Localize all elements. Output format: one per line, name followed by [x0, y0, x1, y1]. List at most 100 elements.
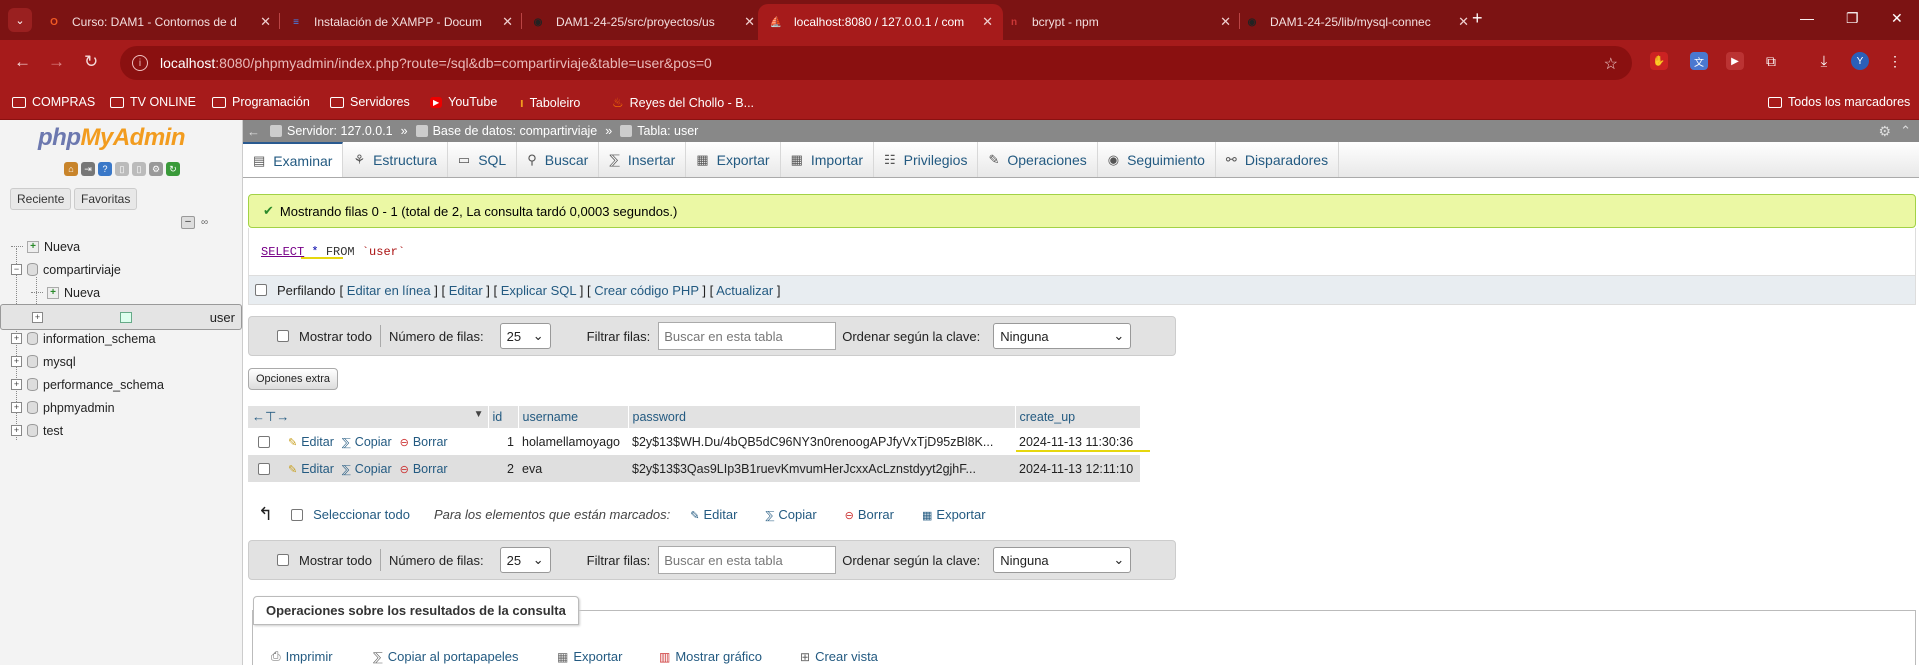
close-tab-icon[interactable]: ✕ [1220, 14, 1231, 30]
row-copy-button[interactable]: ⅀ Copiar [342, 462, 392, 476]
close-window-icon[interactable]: ✕ [1891, 10, 1903, 27]
bookmark-item[interactable]: ı Taboleiro [520, 95, 580, 110]
tab-buscar[interactable]: ⚲ Buscar [517, 142, 600, 177]
media-extension-icon[interactable]: ▶ [1726, 52, 1744, 70]
cell-username[interactable]: eva [518, 455, 628, 482]
tree-database-item[interactable]: + information_schema [0, 327, 242, 350]
refresh-icon[interactable]: ↻ [166, 162, 180, 176]
row-delete-button[interactable]: ⊖ Borrar [400, 462, 448, 476]
bookmark-item[interactable]: ▶ YouTube [430, 95, 497, 109]
restore-icon[interactable]: ❐ [1846, 10, 1859, 27]
expand-icon[interactable]: + [32, 311, 43, 323]
tree-database-item[interactable]: − compartirviaje [0, 258, 242, 281]
profiling-link[interactable]: Editar en línea [347, 283, 431, 298]
rows-count-select[interactable]: 25 ⌄ [499, 547, 551, 573]
tab-operaciones[interactable]: ✎ Operaciones [978, 142, 1098, 177]
collapse-nav-arrow-icon[interactable]: ← [247, 124, 260, 139]
logout-icon[interactable]: ⇥ [81, 162, 95, 176]
tree-new-item[interactable]: + Nueva [0, 235, 242, 258]
breadcrumb-server[interactable]: Servidor: 127.0.0.1 [270, 124, 393, 138]
row-delete-button[interactable]: ⊖ Borrar [400, 435, 448, 449]
tab-examinar[interactable]: ▤ Examinar [243, 142, 344, 177]
tab-insertar[interactable]: ⅀ Insertar [599, 142, 687, 177]
filter-rows-input[interactable]: Buscar en esta tabla [658, 546, 837, 574]
site-info-icon[interactable]: i [132, 55, 148, 71]
row-edit-button[interactable]: ✎ Editar [288, 435, 334, 449]
column-header-id[interactable]: id [488, 406, 519, 428]
column-arrows-icon[interactable]: ←⊤→ [252, 409, 289, 424]
settings-gear-icon[interactable]: ⚙ [149, 162, 163, 176]
select-all-checkbox[interactable] [291, 508, 304, 521]
select-all-label[interactable]: Seleccionar todo [313, 507, 410, 522]
close-tab-icon[interactable]: ✕ [1458, 14, 1469, 30]
tab-privilegios[interactable]: ☷ Privilegios [874, 142, 979, 177]
row-edit-button[interactable]: ✎ Editar [288, 462, 334, 476]
cell-id[interactable]: 2 [488, 455, 518, 482]
export-link[interactable]: ▦ Exportar [557, 649, 622, 664]
page-settings-gear-icon[interactable]: ⚙ [1878, 123, 1891, 140]
bulk-copy-button[interactable]: ⅀ Copiar [765, 507, 816, 522]
expand-icon[interactable]: + [11, 425, 22, 436]
cell-password[interactable]: $2y$13$3Qas9LIp3B1ruevKmvumHerJcxxAcLzns… [628, 455, 1015, 482]
cell-id[interactable]: 1 [488, 428, 518, 455]
collapse-icon[interactable]: − [11, 264, 22, 275]
bookmark-item[interactable]: COMPRAS [12, 95, 95, 109]
row-checkbox[interactable] [258, 463, 270, 476]
bookmark-item[interactable]: Programación [212, 95, 310, 109]
browser-tab[interactable]: ◉ DAM1-24-25/lib/mysql-connec ✕ [1234, 4, 1479, 40]
close-tab-icon[interactable]: ✕ [982, 14, 993, 30]
browser-menu-icon[interactable]: ⋮ [1886, 52, 1904, 70]
bookmark-item[interactable]: ♨ Reyes del Chollo - B... [612, 95, 754, 111]
sort-by-key-select[interactable]: Ninguna ⌄ [993, 323, 1132, 349]
tab-search-icon[interactable]: ⌄ [8, 8, 32, 32]
browser-tab[interactable]: n bcrypt - npm ✕ [996, 4, 1241, 40]
tab-exportar[interactable]: ▦ Exportar [686, 142, 781, 177]
close-tab-icon[interactable]: ✕ [744, 14, 755, 30]
tree-database-item[interactable]: + mysql [0, 350, 242, 373]
print-link[interactable]: ⎙ Imprimir [271, 649, 333, 664]
link-with-main-panel-icon[interactable]: ∞ [201, 217, 217, 228]
tab-sql[interactable]: ▭ SQL [448, 142, 518, 177]
breadcrumb-table[interactable]: Tabla: user [620, 124, 698, 138]
column-header-create-up[interactable]: create_up [1015, 406, 1141, 428]
docs-icon[interactable]: ▯ [115, 162, 129, 176]
tree-new-item[interactable]: + Nueva [0, 281, 242, 304]
tree-database-item[interactable]: + performance_schema [0, 373, 242, 396]
profile-avatar[interactable]: Y [1851, 52, 1869, 70]
scroll-top-icon[interactable]: ⌃ [1900, 123, 1911, 139]
minimize-icon[interactable]: — [1800, 10, 1814, 26]
tab-favorites[interactable]: Favoritas [74, 188, 138, 210]
extra-options-button[interactable]: Opciones extra [248, 368, 338, 390]
forward-icon[interactable]: → [48, 52, 65, 72]
tree-database-item[interactable]: + test [0, 419, 242, 442]
tab-recent[interactable]: Reciente [10, 188, 72, 210]
rows-count-select[interactable]: 25 ⌄ [499, 323, 551, 349]
bulk-delete-button[interactable]: ⊖ Borrar [845, 507, 894, 522]
profiling-link[interactable]: Crear código PHP [594, 283, 699, 298]
home-icon[interactable]: ⌂ [64, 162, 78, 176]
profiling-link[interactable]: Explicar SQL [501, 283, 576, 298]
extensions-puzzle-icon[interactable]: ⧉ [1762, 52, 1780, 70]
copy-icon[interactable]: ▯ [132, 162, 146, 176]
phpmyadmin-logo[interactable]: phpMyAdmin [38, 124, 185, 152]
address-bar[interactable]: i localhost:8080/phpmyadmin/index.php?ro… [120, 46, 1632, 80]
profiling-checkbox[interactable] [255, 284, 267, 296]
row-checkbox[interactable] [258, 436, 270, 449]
column-toggle-header[interactable]: ←⊤→ ▼ [248, 406, 489, 428]
all-bookmarks-folder[interactable]: Todos los marcadores [1768, 95, 1910, 109]
help-icon[interactable]: ? [98, 162, 112, 176]
show-all-checkbox[interactable] [277, 330, 289, 342]
expand-icon[interactable]: + [11, 402, 22, 413]
expand-icon[interactable]: + [11, 333, 22, 344]
reload-icon[interactable]: ↻ [84, 52, 98, 72]
row-copy-button[interactable]: ⅀ Copiar [342, 435, 392, 449]
expand-icon[interactable]: + [11, 379, 22, 390]
download-icon[interactable]: ⤓ [1815, 52, 1833, 70]
back-icon[interactable]: ← [14, 52, 31, 72]
tab-disparadores[interactable]: ⚯ Disparadores [1216, 142, 1340, 177]
bookmark-item[interactable]: Servidores [330, 95, 410, 109]
new-tab-button[interactable]: + [1472, 8, 1483, 29]
column-header-username[interactable]: username [518, 406, 629, 428]
sort-by-key-select[interactable]: Ninguna ⌄ [993, 547, 1132, 573]
sort-dropdown-icon[interactable]: ▼ [474, 409, 484, 420]
